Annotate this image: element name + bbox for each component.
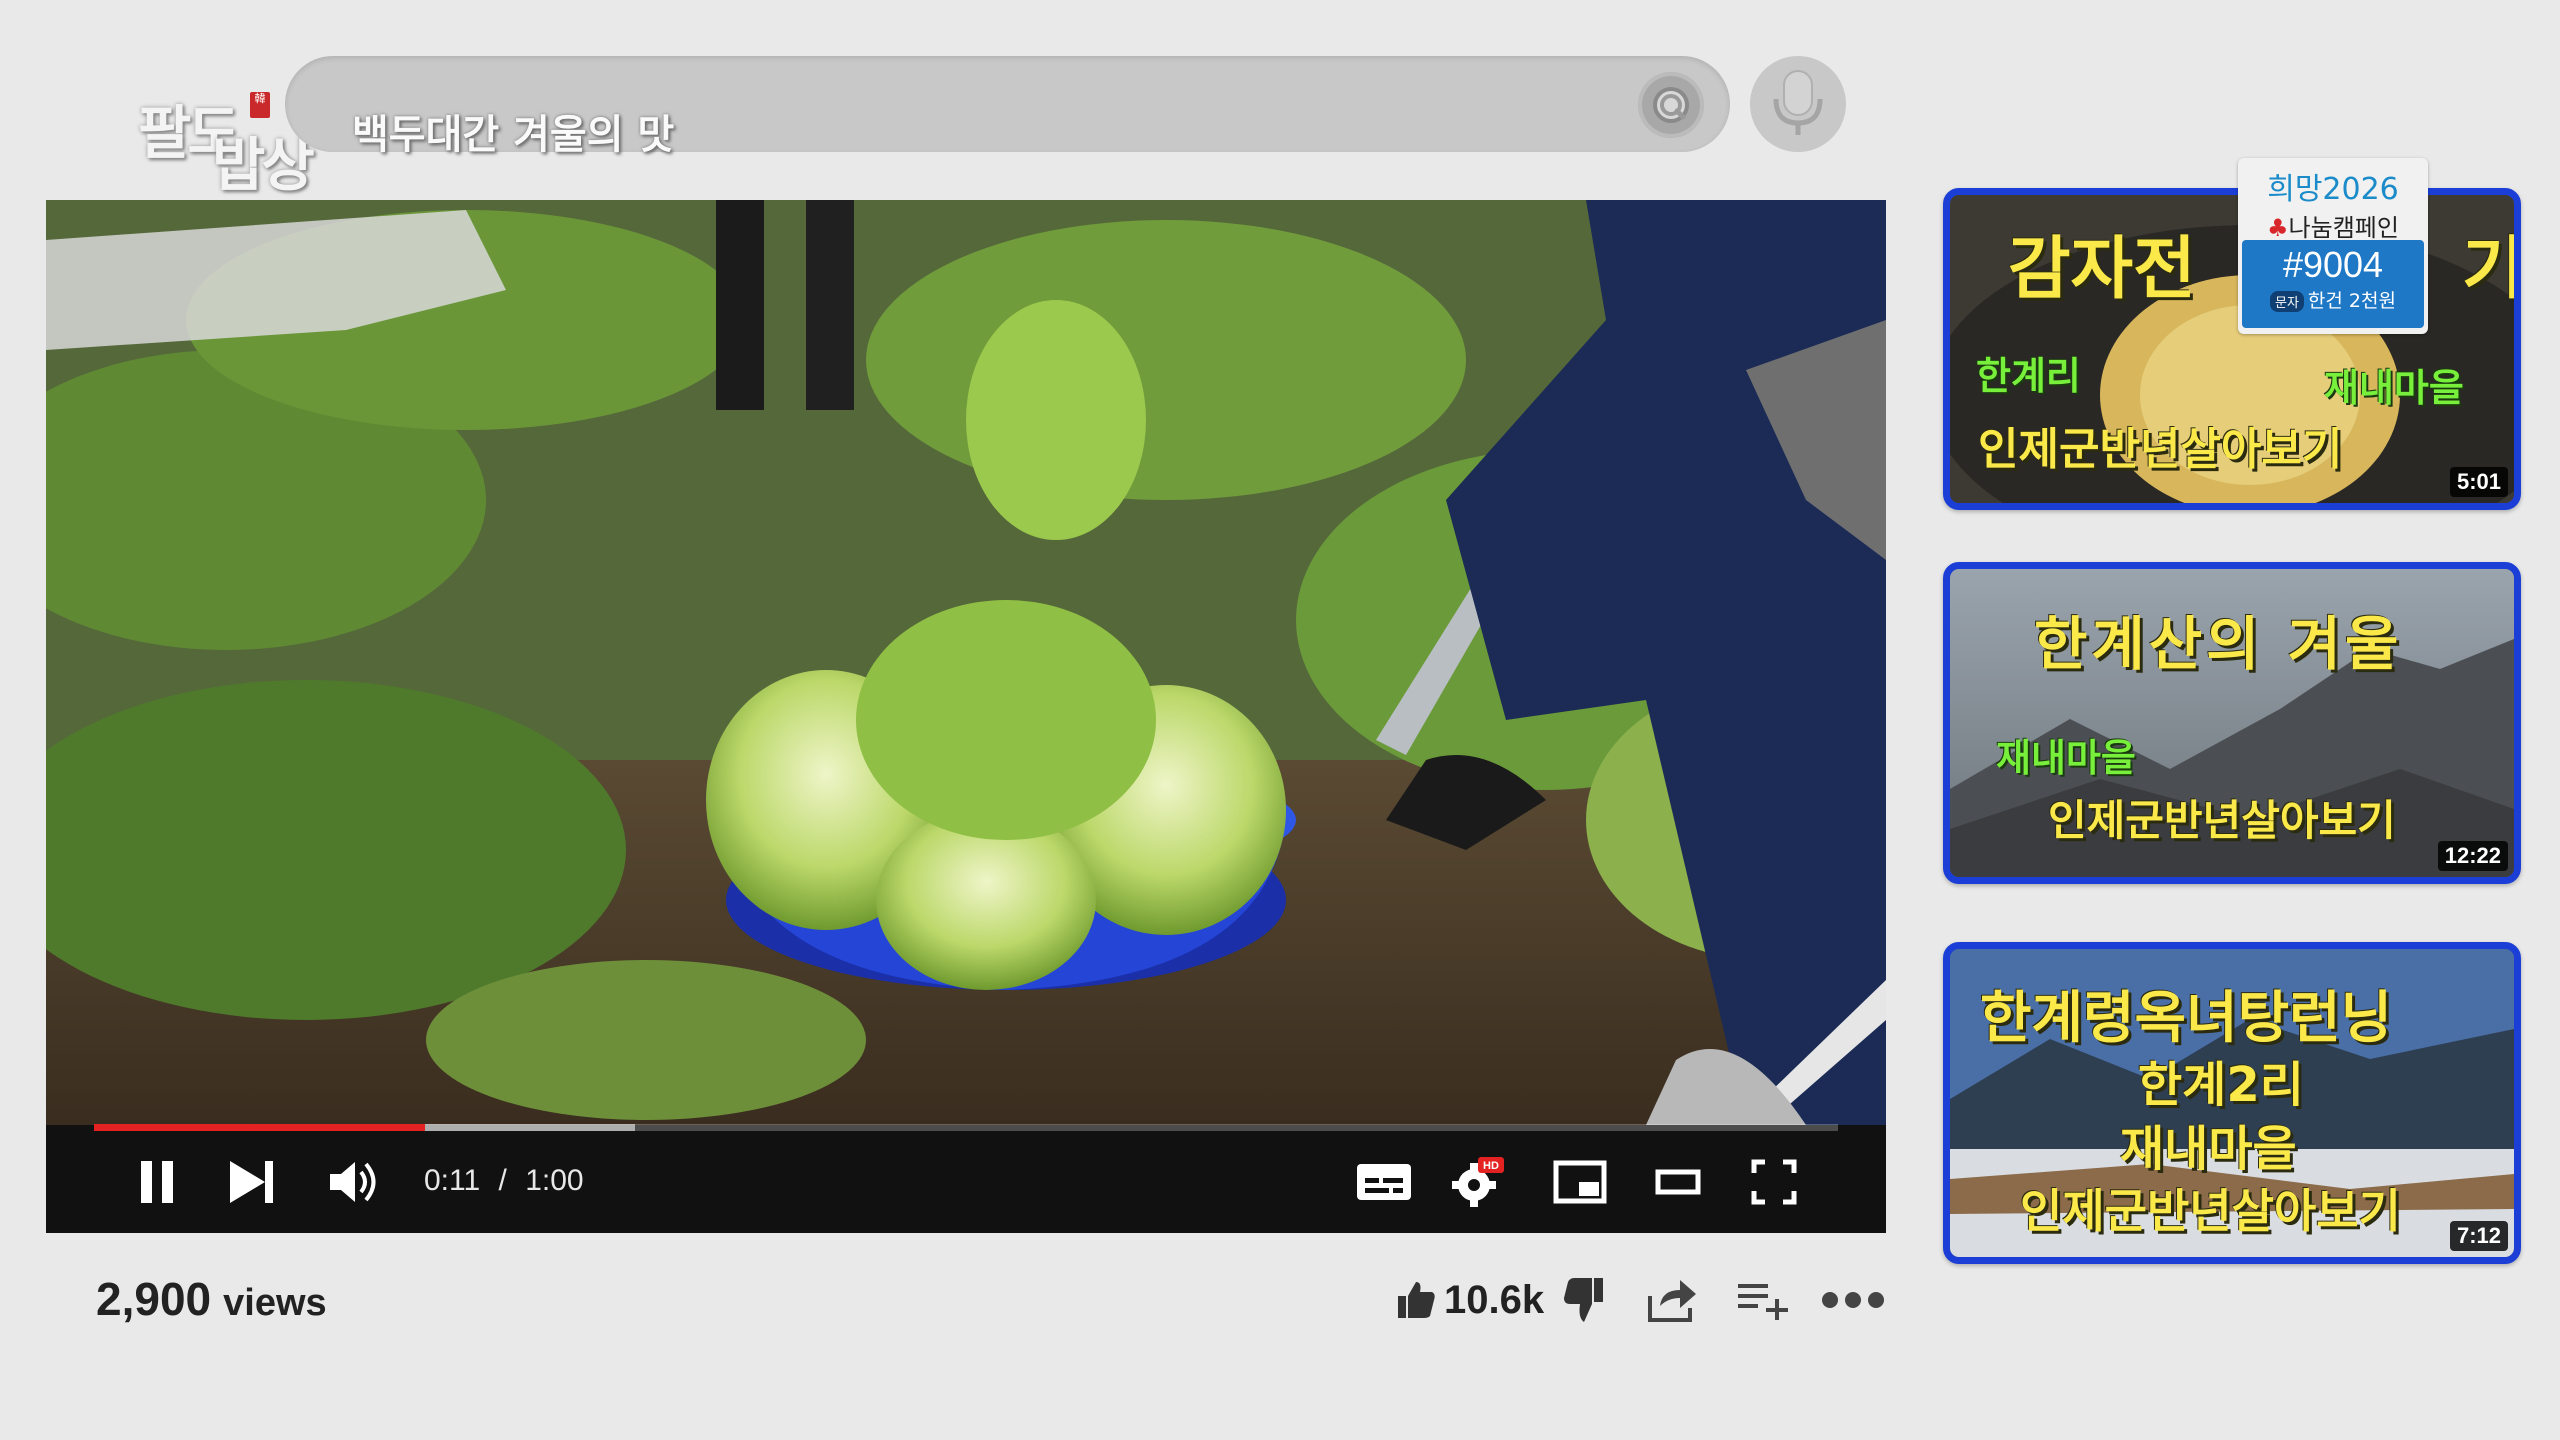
logo-seal: 韓 <box>250 92 270 118</box>
miniplayer-icon <box>1553 1160 1607 1204</box>
search-input[interactable] <box>585 78 1585 130</box>
thumb-line-bottom: 인제군반년살아보기 <box>1978 424 2343 475</box>
pause-icon <box>141 1161 173 1203</box>
search-icon <box>1653 87 1689 123</box>
total-duration: 1:00 <box>525 1164 584 1197</box>
miniplayer-button[interactable] <box>1548 1155 1612 1209</box>
campaign-note: 문자 한건 2천원 <box>2242 286 2424 313</box>
fullscreen-icon <box>1751 1159 1797 1205</box>
thumb-line-bottom: 인제군반년살아보기 <box>2020 1184 2401 1238</box>
video-player[interactable]: 0:11 / 1:00 HD <box>46 200 1886 1233</box>
views-label: views <box>223 1282 327 1324</box>
clover-icon: ♣ <box>2267 214 2289 242</box>
thumb-line-3: 재내마을 <box>2120 1121 2297 1177</box>
fullscreen-button[interactable] <box>1742 1155 1806 1209</box>
thumb-line-left: 재내마을 <box>1996 736 2136 780</box>
video-duration: 5:01 <box>2449 467 2508 497</box>
recommended-video-1[interactable]: 감자전 기 한계리 재내마을 인제군반년살아보기 5:01 <box>1943 188 2521 510</box>
recommended-video-3[interactable]: 한계령옥녀탕런닝 한계2리 재내마을 인제군반년살아보기 7:12 <box>1943 942 2521 1264</box>
thumbs-down-icon <box>1564 1278 1603 1322</box>
search-button[interactable] <box>1638 72 1704 138</box>
thumb-line-bottom: 인제군반년살아보기 <box>2048 796 2396 845</box>
campaign-subtitle: ♣나눔캠페인 <box>2267 214 2399 242</box>
thumb-line-2: 한계2리 <box>2138 1057 2304 1113</box>
subtitles-button[interactable] <box>1352 1155 1416 1209</box>
current-time: 0:11 <box>424 1164 481 1197</box>
campaign-code: #9004 <box>2282 244 2384 285</box>
next-button[interactable] <box>222 1155 282 1209</box>
time-display: 0:11 / 1:00 <box>424 1164 584 1198</box>
volume-icon <box>330 1162 376 1202</box>
skip-next-icon <box>230 1161 273 1203</box>
video-frame[interactable] <box>46 200 1886 1125</box>
view-count: 2,900 views <box>96 1272 327 1326</box>
save-to-playlist-button[interactable] <box>1736 1272 1792 1328</box>
like-count: 10.6k <box>1444 1277 1545 1322</box>
share-icon <box>1648 1280 1696 1322</box>
dislike-button[interactable] <box>1562 1272 1606 1328</box>
settings-button[interactable]: HD <box>1446 1155 1510 1209</box>
voice-search-button[interactable] <box>1750 56 1846 152</box>
playlist-add-icon <box>1738 1284 1788 1320</box>
more-dots-icon <box>1822 1292 1884 1308</box>
volume-button[interactable] <box>324 1155 384 1209</box>
campaign-code-box: #9004 문자 한건 2천원 <box>2242 240 2424 328</box>
thumb-line-left: 한계리 <box>1976 354 2081 398</box>
thumb-title: 한계산의 겨울 <box>2034 610 2403 678</box>
video-duration: 7:12 <box>2449 1221 2508 1251</box>
more-options-button[interactable] <box>1820 1272 1886 1328</box>
thumb-line-right: 재내마을 <box>2324 366 2464 410</box>
progress-bar[interactable] <box>94 1124 1838 1131</box>
sms-tag: 문자 <box>2270 291 2304 312</box>
theater-mode-icon <box>1655 1169 1701 1195</box>
thumb-title: 한계령옥녀탕런닝 <box>1980 986 2393 1051</box>
thumb-title-suffix: 기 <box>2462 230 2521 309</box>
thumbs-up-icon <box>1398 1282 1435 1318</box>
microphone-icon <box>1773 70 1823 135</box>
recommended-video-2[interactable]: 한계산의 겨울 재내마을 인제군반년살아보기 12:22 <box>1943 562 2521 884</box>
views-number: 2,900 <box>96 1273 212 1325</box>
episode-subtitle: 백두대간 겨울의 맛 <box>352 111 675 158</box>
time-separator: / <box>498 1164 507 1197</box>
like-button[interactable]: 10.6k <box>1396 1272 1544 1328</box>
pause-button[interactable] <box>130 1155 184 1209</box>
donation-campaign-badge: 희망2026 ♣나눔캠페인 #9004 문자 한건 2천원 <box>2238 158 2428 334</box>
hd-badge: HD <box>1483 1160 1499 1172</box>
gear-icon: HD <box>1452 1157 1504 1207</box>
theater-mode-button[interactable] <box>1646 1155 1710 1209</box>
video-duration: 12:22 <box>2437 841 2508 871</box>
thumb-title: 감자전 <box>2008 230 2196 309</box>
campaign-title: 희망2026 <box>2267 172 2399 207</box>
share-button[interactable] <box>1646 1272 1698 1328</box>
subtitles-icon <box>1357 1164 1411 1200</box>
played-progress <box>94 1124 426 1131</box>
